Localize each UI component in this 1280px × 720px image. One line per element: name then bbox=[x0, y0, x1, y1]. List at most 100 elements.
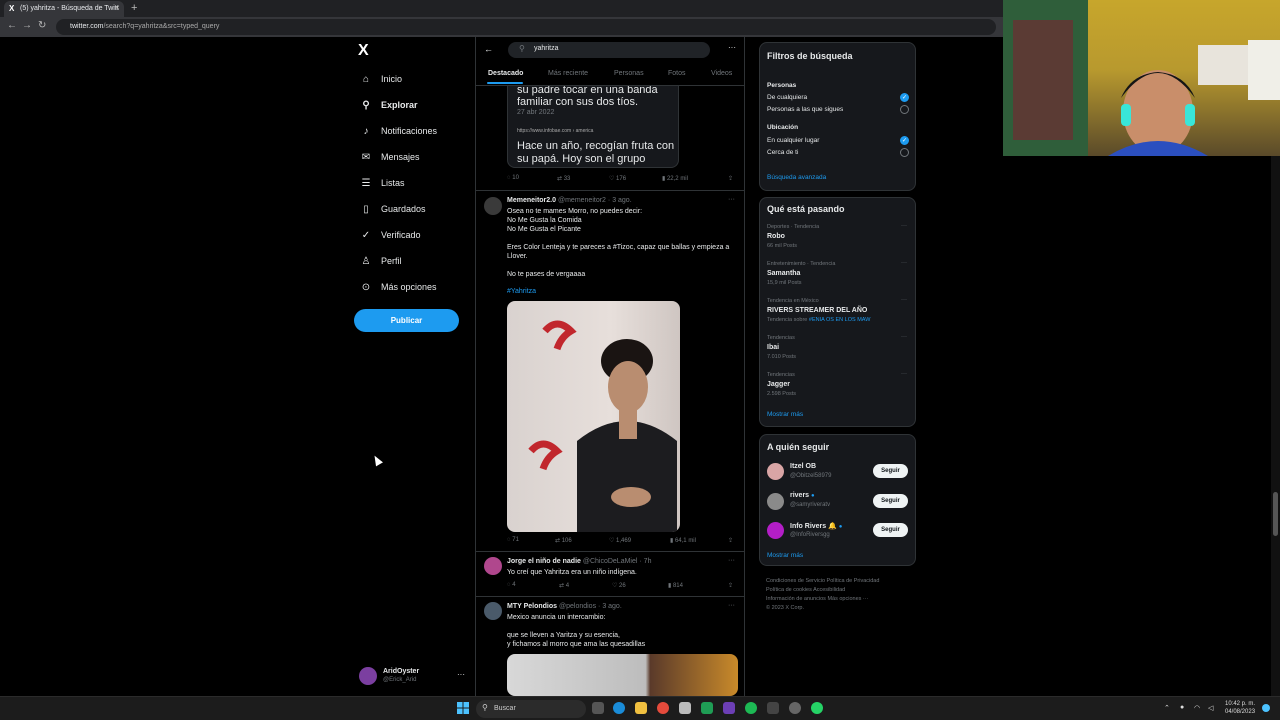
more-icon[interactable]: ··· bbox=[901, 371, 907, 377]
tweet-author[interactable]: MTY Pelondios bbox=[507, 603, 557, 610]
share-icon[interactable]: ⇪ bbox=[728, 175, 733, 182]
chrome-icon[interactable] bbox=[657, 702, 669, 714]
sidebar-item-explorar[interactable]: ⚲ Explorar bbox=[360, 96, 417, 114]
follow-button[interactable]: Seguir bbox=[873, 494, 908, 508]
app-icon[interactable] bbox=[767, 702, 779, 714]
tweet-image[interactable] bbox=[507, 654, 738, 696]
volume-icon[interactable]: ◁ bbox=[1208, 704, 1213, 712]
like-button[interactable]: ♡ 176 bbox=[609, 175, 626, 182]
reload-icon[interactable]: ↻ bbox=[38, 20, 46, 31]
more-icon[interactable]: ··· bbox=[901, 223, 907, 229]
avatar[interactable] bbox=[767, 463, 784, 480]
sidebar-item-inicio[interactable]: ⌂ Inicio bbox=[360, 70, 402, 88]
follow-button[interactable]: Seguir bbox=[873, 523, 908, 537]
system-clock[interactable]: 10:42 p. m. 04/08/2023 bbox=[1225, 700, 1255, 716]
windows-start-icon[interactable] bbox=[457, 702, 469, 714]
views-button[interactable]: ▮ 64,1 mil bbox=[670, 537, 696, 544]
mic-icon[interactable]: ● bbox=[1180, 704, 1184, 711]
new-tab-icon[interactable]: + bbox=[131, 2, 137, 14]
sidebar-item-verificado[interactable]: ✓ Verificado bbox=[360, 226, 421, 244]
radio-following[interactable] bbox=[900, 105, 909, 114]
hashtag-link[interactable]: #Yahritza bbox=[507, 287, 536, 296]
tab-mas-reciente[interactable]: Más reciente bbox=[548, 70, 588, 77]
show-more-follow-link[interactable]: Mostrar más bbox=[767, 552, 803, 559]
app-icon[interactable] bbox=[789, 702, 801, 714]
tab-fotos[interactable]: Fotos bbox=[668, 70, 686, 77]
account-switcher[interactable]: AridOyster @Erick_Arid ··· bbox=[359, 667, 469, 689]
share-icon[interactable]: ⇪ bbox=[728, 537, 733, 544]
footer-line[interactable]: Información de anuncios Más opciones ··· bbox=[766, 595, 916, 604]
tweet-author[interactable]: Jorge el niño de nadie bbox=[507, 558, 581, 565]
footer-line[interactable]: Condiciones de Servicio Política de Priv… bbox=[766, 577, 916, 586]
store-icon[interactable] bbox=[679, 702, 691, 714]
avatar[interactable] bbox=[767, 522, 784, 539]
reply-button[interactable]: ◌ 10 bbox=[507, 175, 519, 181]
browser-tab[interactable]: X (5) yahritza - Búsqueda de Twitt ✕ bbox=[4, 1, 124, 17]
publish-button[interactable]: Publicar bbox=[354, 309, 459, 332]
suggested-user-name[interactable]: Itzel OB bbox=[790, 463, 816, 470]
views-button[interactable]: ▮ 814 bbox=[668, 582, 683, 589]
close-tab-icon[interactable]: ✕ bbox=[114, 4, 120, 12]
page-scrollbar[interactable] bbox=[1271, 156, 1280, 696]
tab-destacado[interactable]: Destacado bbox=[488, 70, 523, 77]
sidebar-item-mensajes[interactable]: ✉ Mensajes bbox=[360, 148, 420, 166]
share-icon[interactable]: ⇪ bbox=[728, 582, 733, 589]
taskbar-search[interactable]: ⚲ Buscar bbox=[476, 700, 586, 718]
address-bar[interactable]: twitter.com/search?q=yahritza&src=typed_… bbox=[56, 19, 996, 35]
task-view-icon[interactable] bbox=[592, 702, 604, 714]
spotify-icon[interactable] bbox=[745, 702, 757, 714]
back-arrow-icon[interactable]: ← bbox=[7, 20, 17, 31]
more-icon[interactable]: ··· bbox=[901, 297, 907, 303]
filter-option-anywhere[interactable]: En cualquier lugar bbox=[767, 137, 819, 144]
avatar[interactable] bbox=[484, 197, 502, 215]
chevron-up-icon[interactable]: ⌃ bbox=[1164, 704, 1170, 712]
like-button[interactable]: ♡ 1,469 bbox=[609, 537, 631, 544]
sidebar-item-guardados[interactable]: ▯ Guardados bbox=[360, 200, 425, 218]
avatar[interactable] bbox=[484, 557, 502, 575]
more-icon[interactable]: ··· bbox=[728, 196, 735, 203]
tab-videos[interactable]: Videos bbox=[711, 70, 732, 77]
more-icon[interactable]: ··· bbox=[901, 334, 907, 340]
sidebar-item-listas[interactable]: ☰ Listas bbox=[360, 174, 405, 192]
suggested-user-name[interactable]: rivers ● bbox=[790, 492, 815, 499]
excel-icon[interactable] bbox=[701, 702, 713, 714]
scrollbar-thumb[interactable] bbox=[1273, 492, 1278, 536]
filter-option-following[interactable]: Personas a las que sigues bbox=[767, 106, 843, 113]
more-icon[interactable]: ··· bbox=[728, 602, 735, 609]
retweet-button[interactable]: ⇄ 106 bbox=[555, 537, 572, 544]
trend-hashtag[interactable]: #ENIA OS EN LOS MAW bbox=[809, 317, 871, 323]
radio-anywhere[interactable]: ✓ bbox=[900, 136, 909, 145]
follow-button[interactable]: Seguir bbox=[873, 464, 908, 478]
filter-option-near-you[interactable]: Cerca de ti bbox=[767, 149, 798, 156]
app-icon[interactable] bbox=[723, 702, 735, 714]
edge-icon[interactable] bbox=[613, 702, 625, 714]
more-icon[interactable]: ··· bbox=[728, 557, 735, 564]
reply-button[interactable]: ◌ 4 bbox=[507, 582, 516, 588]
more-icon[interactable]: ··· bbox=[901, 260, 907, 266]
suggested-user-name[interactable]: Info Rivers 🔔 ● bbox=[790, 522, 842, 530]
radio-near-you[interactable] bbox=[900, 148, 909, 157]
sidebar-item-mas-opciones[interactable]: ⊙ Más opciones bbox=[360, 278, 437, 296]
tweet-author[interactable]: Memeneitor2.0 bbox=[507, 197, 556, 204]
retweet-button[interactable]: ⇄ 33 bbox=[557, 175, 570, 182]
wifi-icon[interactable]: ◠ bbox=[1194, 704, 1200, 712]
back-arrow-icon[interactable]: ← bbox=[484, 44, 493, 54]
whatsapp-icon[interactable] bbox=[811, 702, 823, 714]
search-input[interactable]: ⚲ yahritza bbox=[508, 42, 710, 58]
link-preview-card[interactable]: su padre tocar en una banda familiar con… bbox=[507, 84, 679, 168]
like-button[interactable]: ♡ 26 bbox=[612, 582, 626, 589]
tab-personas[interactable]: Personas bbox=[614, 70, 644, 77]
more-icon[interactable]: ··· bbox=[728, 43, 736, 52]
file-explorer-icon[interactable] bbox=[635, 702, 647, 714]
advanced-search-link[interactable]: Búsqueda avanzada bbox=[767, 174, 826, 181]
views-button[interactable]: ▮ 22,2 mil bbox=[662, 175, 688, 182]
footer-line[interactable]: Política de cookies Accesibilidad bbox=[766, 586, 916, 595]
x-logo-icon[interactable]: X bbox=[358, 42, 369, 60]
sidebar-item-notificaciones[interactable]: ♪ Notificaciones bbox=[360, 122, 438, 140]
radio-anyone[interactable]: ✓ bbox=[900, 93, 909, 102]
avatar[interactable] bbox=[484, 602, 502, 620]
filter-option-anyone[interactable]: De cualquiera bbox=[767, 94, 807, 101]
reply-button[interactable]: ◌ 71 bbox=[507, 537, 519, 543]
notification-icon[interactable] bbox=[1262, 704, 1270, 712]
show-more-trends-link[interactable]: Mostrar más bbox=[767, 411, 803, 418]
